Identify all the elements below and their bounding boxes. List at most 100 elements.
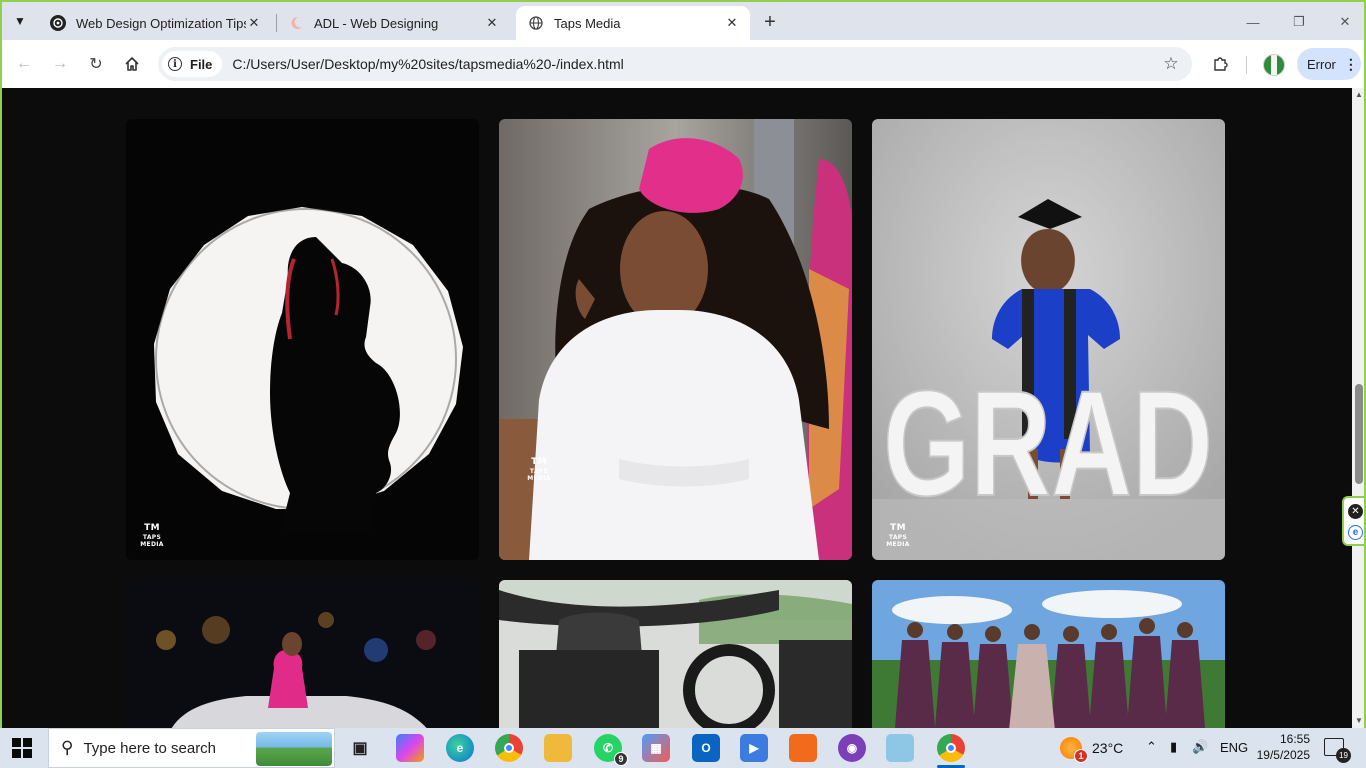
notification-center-button[interactable]: 19	[1324, 738, 1351, 763]
clock-date: 19/5/2025	[1256, 748, 1310, 762]
whatsapp-badge: 9	[614, 752, 628, 766]
chrome-icon	[946, 743, 956, 753]
address-bar[interactable]: i File C:/Users/User/Desktop/my%20sites/…	[158, 47, 1192, 81]
edge-icon: e	[456, 741, 464, 755]
forward-button[interactable]: →	[46, 50, 74, 78]
watermark-text: TAPS MEDIA	[527, 467, 551, 482]
search-highlight-image	[256, 732, 332, 766]
notepad-button[interactable]	[886, 734, 914, 762]
arrow-left-icon: ←	[16, 55, 32, 72]
watermark-logo: TM	[890, 523, 906, 533]
github-desktop-button[interactable]: ◉	[838, 734, 866, 762]
volume-icon[interactable]: 🔊	[1192, 739, 1208, 755]
minimize-icon: —	[1246, 14, 1260, 30]
chevron-down-icon: ▼	[14, 14, 26, 28]
car-night-image	[126, 580, 479, 728]
fl-studio-button[interactable]	[789, 734, 817, 762]
new-tab-button[interactable]: +	[758, 10, 782, 34]
weather-temperature[interactable]: 23°C	[1092, 740, 1123, 756]
chrome-active-button[interactable]	[937, 734, 965, 762]
home-button[interactable]	[118, 50, 146, 78]
video-play-icon: ▶	[749, 741, 759, 755]
video-editor-button[interactable]: ▶	[740, 734, 768, 762]
more-menu-icon[interactable]: ⋮	[1344, 56, 1358, 73]
watermark: TM TAPS MEDIA	[880, 523, 916, 548]
chrome-icon	[504, 743, 514, 753]
search-placeholder: Type here to search	[83, 739, 217, 757]
close-tab-icon[interactable]: ✕	[484, 15, 500, 31]
weather-badge: 1	[1074, 749, 1088, 763]
store-icon: ▦	[650, 741, 662, 755]
battery-icon[interactable]: ▮	[1170, 739, 1177, 755]
watermark-logo: TM	[531, 457, 547, 467]
clock[interactable]: 16:55 19/5/2025	[1254, 731, 1310, 763]
floating-extension-widget: ✕ e	[1342, 496, 1364, 546]
edge-button[interactable]: e	[446, 734, 474, 762]
page-scrollbar[interactable]: ▲ ▼	[1352, 88, 1364, 728]
url-text[interactable]: C:/Users/User/Desktop/my%20sites/tapsmed…	[232, 56, 1156, 72]
start-button[interactable]	[12, 738, 32, 758]
graduate-portrait-image: GRAD	[872, 119, 1225, 560]
back-button[interactable]: ←	[10, 50, 38, 78]
outlook-button[interactable]: O	[692, 734, 720, 762]
close-widget-icon[interactable]: ✕	[1348, 504, 1363, 519]
scrollbar-thumb[interactable]	[1355, 384, 1363, 484]
close-window-button[interactable]: ✕	[1322, 8, 1364, 36]
whatsapp-icon: ✆	[602, 741, 614, 755]
chrome-button[interactable]	[495, 734, 523, 762]
moon-favicon-icon	[288, 15, 304, 31]
close-icon: ✕	[1339, 14, 1351, 29]
gallery-photo-bridesmaids[interactable]	[872, 580, 1225, 728]
tab-search-button[interactable]: ▼	[8, 9, 32, 33]
tab-taps-media[interactable]: Taps Media ✕	[516, 6, 750, 40]
copilot-button[interactable]	[396, 734, 424, 762]
site-info-chip[interactable]: i File	[162, 51, 223, 77]
watermark-text: TAPS MEDIA	[140, 533, 164, 548]
minimize-button[interactable]: —	[1230, 8, 1276, 36]
outlook-icon: O	[701, 741, 711, 755]
bridesmaids-image	[872, 580, 1225, 728]
bookmark-star-icon[interactable]: ☆	[1156, 54, 1186, 74]
tab-adl-web-designing[interactable]: ADL - Web Designing ✕	[276, 6, 510, 40]
puzzle-icon	[1214, 57, 1228, 71]
restore-button[interactable]: ❐	[1276, 8, 1322, 36]
weather-icon[interactable]: 1	[1060, 737, 1088, 763]
scheme-label: File	[190, 56, 213, 72]
browser-toolbar: ← → ↻ i File C:/Users/User/Desktop/my%20…	[2, 40, 1364, 88]
gallery-photo-maternity[interactable]: TM TAPS MEDIA	[126, 119, 479, 560]
arrow-right-icon: →	[52, 55, 68, 72]
file-explorer-button[interactable]	[544, 734, 572, 762]
convertible-interior-image	[499, 580, 852, 728]
globe-favicon-icon	[528, 15, 544, 31]
windows-logo-icon	[12, 738, 21, 747]
reload-icon: ↻	[89, 56, 103, 73]
home-icon	[125, 57, 139, 71]
gallery-photo-graduate[interactable]: GRAD TM TAPS MEDIA	[872, 119, 1225, 560]
gallery-photo-convertible[interactable]	[499, 580, 852, 728]
extensions-button[interactable]	[1208, 52, 1232, 76]
extension-e-icon[interactable]: e	[1348, 525, 1363, 540]
search-icon: ⚲	[61, 738, 74, 757]
watermark-logo: TM	[144, 523, 160, 533]
windows-taskbar: ⚲ Type here to search ▣ e ✆ 9 ▦ O ▶ ◉ 1 …	[0, 728, 1366, 768]
show-hidden-icons-chevron-icon[interactable]: ⌃	[1146, 739, 1157, 755]
tab-web-design-tips[interactable]: Web Design Optimization Tips ✕	[38, 6, 272, 40]
gallery-photo-white-dress[interactable]: TM TAPS MEDIA	[499, 119, 852, 560]
page-viewport: TM TAPS MEDIA TM TAPS MEDIA GRAD TM TAPS…	[2, 88, 1352, 728]
scroll-up-icon[interactable]: ▲	[1352, 90, 1364, 102]
reload-button[interactable]: ↻	[82, 50, 110, 78]
task-view-button[interactable]: ▣	[346, 734, 374, 762]
profile-error-button[interactable]: Error ⋮	[1297, 48, 1361, 80]
language-indicator[interactable]: ENG	[1220, 740, 1248, 755]
taskbar-search-box[interactable]: ⚲ Type here to search	[48, 728, 335, 768]
close-tab-icon[interactable]: ✕	[246, 15, 262, 31]
profile-avatar[interactable]	[1263, 54, 1285, 76]
close-tab-icon[interactable]: ✕	[724, 15, 740, 31]
gallery-photo-car-night[interactable]	[126, 580, 479, 728]
maternity-silhouette-image	[126, 119, 479, 560]
store-button[interactable]: ▦	[642, 734, 670, 762]
white-dress-portrait-image	[499, 119, 852, 560]
restore-icon: ❐	[1293, 14, 1305, 29]
whatsapp-button[interactable]: ✆ 9	[594, 734, 628, 766]
scroll-down-icon[interactable]: ▼	[1352, 716, 1364, 728]
